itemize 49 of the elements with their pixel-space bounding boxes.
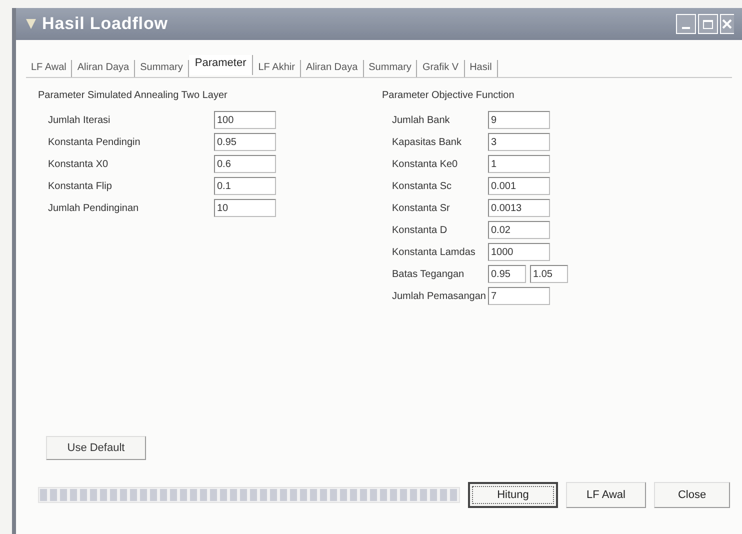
field-label: Kapasitas Bank bbox=[392, 136, 462, 150]
tab[interactable]: Aliran Daya bbox=[300, 60, 364, 77]
tab[interactable]: Aliran Daya bbox=[72, 60, 136, 77]
close-icon bbox=[721, 18, 733, 30]
group-title: Parameter Simulated Annealing Two Layer bbox=[38, 89, 228, 103]
app-icon bbox=[24, 17, 38, 31]
input-field[interactable]: 100 bbox=[214, 111, 276, 129]
group-title: Parameter Objective Function bbox=[382, 89, 516, 103]
minimize-button[interactable] bbox=[676, 14, 696, 34]
input-field[interactable]: 0.1 bbox=[214, 177, 276, 195]
field-label: Batas Tegangan bbox=[392, 268, 466, 282]
input-field[interactable]: 0.6 bbox=[214, 155, 276, 173]
field-label: Konstanta Lamdas bbox=[392, 246, 476, 260]
input-field[interactable]: 9 bbox=[488, 111, 550, 129]
field-label: Konstanta X0 bbox=[48, 158, 110, 172]
input-field[interactable]: 1.05 bbox=[530, 265, 568, 283]
input-field[interactable]: 0.001 bbox=[488, 177, 550, 195]
field-label: Konstanta Pendingin bbox=[48, 136, 142, 150]
input-field[interactable]: 0.95 bbox=[488, 265, 526, 283]
input-field[interactable]: 10 bbox=[214, 199, 276, 217]
lf-awal-button[interactable]: LF Awal bbox=[566, 482, 646, 508]
field-label: Konstanta D bbox=[392, 224, 448, 238]
tab[interactable]: Summary bbox=[364, 60, 418, 77]
field-label: Jumlah Bank bbox=[392, 114, 451, 128]
input-field[interactable]: 3 bbox=[488, 133, 550, 151]
field-label: Konstanta Sc bbox=[392, 180, 452, 194]
input-field[interactable]: 1000 bbox=[488, 243, 550, 261]
field-label: Jumlah Pemasangan bbox=[392, 290, 487, 304]
field-label: Konstanta Flip bbox=[48, 180, 113, 194]
tab[interactable]: Hasil bbox=[464, 60, 498, 77]
close-button[interactable] bbox=[720, 14, 734, 34]
window-title: Hasil Loadflow bbox=[42, 13, 168, 36]
tab[interactable]: LF Awal bbox=[26, 60, 72, 77]
input-field[interactable]: 7 bbox=[488, 287, 550, 305]
use-default-button[interactable]: Use Default bbox=[46, 436, 146, 460]
maximize-button[interactable] bbox=[698, 14, 718, 34]
tab[interactable]: LF Akhir bbox=[253, 60, 301, 77]
field-label: Jumlah Iterasi bbox=[48, 114, 112, 128]
calculate-button[interactable]: Hitung bbox=[468, 482, 558, 508]
input-field[interactable]: 1 bbox=[488, 155, 550, 173]
input-field[interactable]: 0.0013 bbox=[488, 199, 550, 217]
close-button[interactable]: Close bbox=[654, 482, 730, 508]
field-label: Jumlah Pendinginan bbox=[48, 202, 140, 216]
tab[interactable]: Parameter bbox=[188, 54, 254, 75]
input-field[interactable]: 0.95 bbox=[214, 133, 276, 151]
field-label: Konstanta Sr bbox=[392, 202, 451, 216]
tab[interactable]: Grafik V bbox=[417, 60, 465, 77]
field-label: Konstanta Ke0 bbox=[392, 158, 459, 172]
input-field[interactable]: 0.02 bbox=[488, 221, 550, 239]
